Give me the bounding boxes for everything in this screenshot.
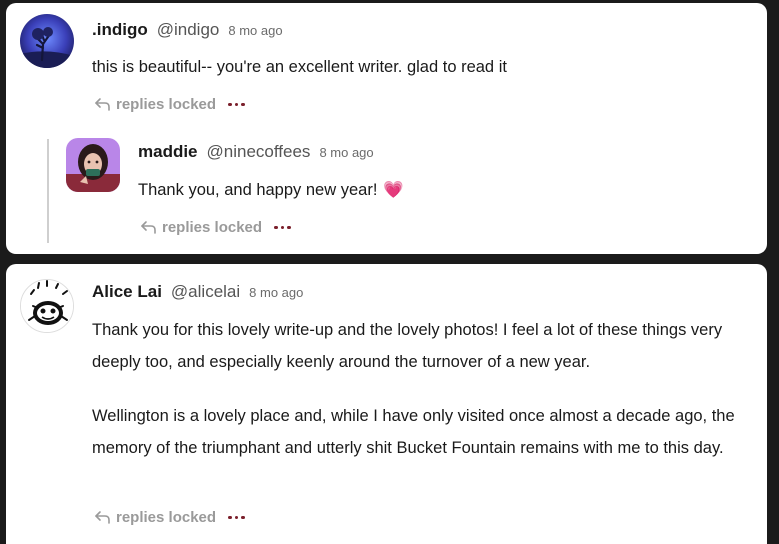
author-handle[interactable]: @ninecoffees <box>207 142 311 162</box>
reply-icon <box>95 98 110 111</box>
author-name[interactable]: Alice Lai <box>92 282 162 302</box>
thread-line <box>47 139 49 243</box>
replies-locked-label: replies locked <box>116 509 217 526</box>
avatar[interactable] <box>66 138 120 192</box>
timestamp[interactable]: 8 mo ago <box>228 23 282 38</box>
dot-icon <box>280 225 285 230</box>
dot-icon <box>241 102 245 107</box>
comment-header: Alice Lai @alicelai 8 mo ago <box>92 282 303 302</box>
comment-text-content: Thank you, and happy new year! <box>138 181 378 199</box>
avatar[interactable] <box>20 14 74 68</box>
author-handle[interactable]: @indigo <box>157 20 220 40</box>
reply-icon <box>95 511 110 524</box>
dot-icon <box>228 515 232 520</box>
comment-paragraph: Thank you for this lovely write-up and t… <box>92 321 723 371</box>
avatar-image <box>21 280 73 332</box>
comment-text: this is beautiful-- you're an excellent … <box>92 58 507 76</box>
dot-icon <box>228 102 232 107</box>
comment-paragraph: Wellington is a lovely place and, while … <box>92 407 735 457</box>
author-name[interactable]: maddie <box>138 142 198 162</box>
replies-locked-label: replies locked <box>116 96 217 113</box>
comment-actions: replies locked <box>140 219 291 236</box>
author-name[interactable]: .indigo <box>92 20 148 40</box>
reply-icon <box>141 221 156 234</box>
dot-icon <box>234 515 239 520</box>
comment-actions: replies locked <box>94 96 245 113</box>
more-options-button[interactable] <box>228 515 245 520</box>
timestamp[interactable]: 8 mo ago <box>319 145 373 160</box>
comment-text: Thank you, and happy new year! 💗 <box>138 174 404 206</box>
avatar-image <box>20 14 74 68</box>
comment-header: maddie @ninecoffees 8 mo ago <box>138 142 374 162</box>
timestamp[interactable]: 8 mo ago <box>249 285 303 300</box>
comment-actions: replies locked <box>94 509 245 526</box>
more-options-button[interactable] <box>228 102 245 107</box>
dot-icon <box>274 225 278 230</box>
heart-emoji-icon: 💗 <box>383 181 404 199</box>
avatar[interactable] <box>20 279 74 333</box>
dot-icon <box>241 515 245 520</box>
author-handle[interactable]: @alicelai <box>171 282 240 302</box>
avatar-image <box>66 138 120 192</box>
comment-header: .indigo @indigo 8 mo ago <box>92 20 283 40</box>
comment-thread-card: .indigo @indigo 8 mo ago this is beautif… <box>6 3 767 254</box>
dot-icon <box>234 102 239 107</box>
dot-icon <box>287 225 291 230</box>
more-options-button[interactable] <box>274 225 291 230</box>
comment-thread-card: Alice Lai @alicelai 8 mo ago Thank you f… <box>6 264 767 544</box>
replies-locked-label: replies locked <box>162 219 263 236</box>
